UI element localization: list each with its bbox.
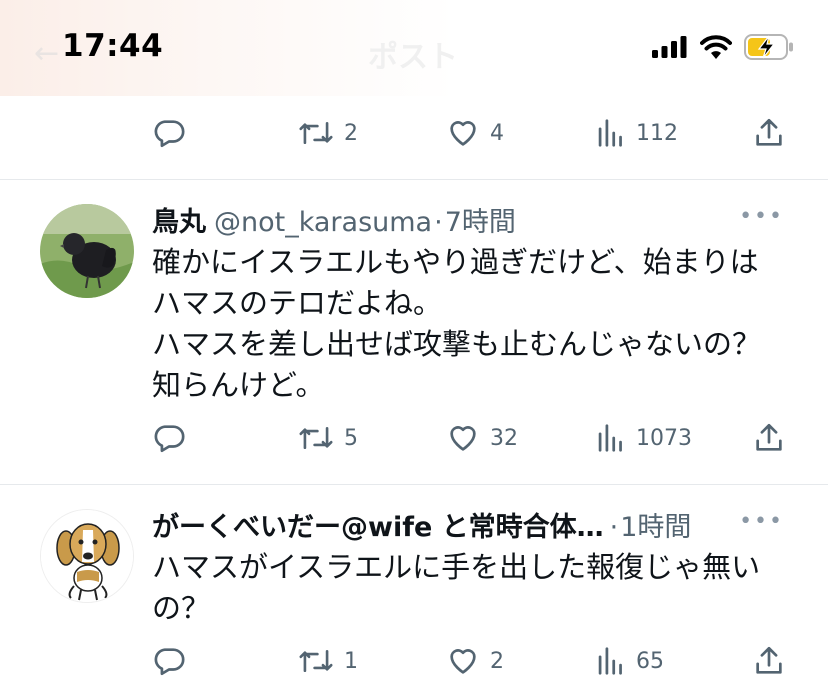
display-name[interactable]: がーくべいだー@wife と常時合体… [152,505,604,544]
reply-button[interactable] [152,644,186,678]
share-icon [756,423,782,451]
cellular-signal-icon [652,36,687,58]
tweet-item[interactable]: 鳥丸 @not_karasuma · 7時間 ••• 確かにイスラエルもやり過ぎ… [0,180,828,484]
tweet-text: 確かにイスラエルもやり過ぎだけど、始まりは ハマスのテロだよね。 ハマスを差し出… [152,245,762,402]
tweet-header: がーくべいだー@wife と常時合体… · 1時間 [152,505,691,544]
reply-icon [154,425,185,453]
share-icon [756,646,782,674]
heart-icon [450,649,476,674]
like-button[interactable]: 2 [446,644,504,678]
views-button[interactable]: 112 [596,116,678,150]
views-button[interactable]: 1073 [596,421,692,455]
retweet-count: 1 [344,648,358,674]
retweet-count: 5 [344,425,358,451]
status-bar: ← ポスト 17:44 [0,0,828,96]
share-button[interactable] [752,116,786,150]
like-button[interactable]: 32 [446,421,518,455]
views-count: 1073 [636,425,692,451]
timestamp[interactable]: 1時間 [620,505,691,544]
share-button[interactable] [752,421,786,455]
top-action-bar: 2 4 112 [0,116,828,156]
more-icon[interactable]: ••• [739,204,784,229]
avatar[interactable] [40,509,134,603]
tweet-action-bar: 5 32 1073 [0,421,828,461]
like-count: 32 [490,425,518,451]
nav-title: ポスト [368,40,458,75]
views-count: 112 [636,120,678,146]
reply-button[interactable] [152,421,186,455]
tweet-header: 鳥丸 @not_karasuma · 7時間 [152,200,516,239]
retweet-icon [299,426,333,450]
reply-button[interactable] [152,116,186,150]
reply-icon [154,120,185,148]
status-icons [652,34,794,60]
retweet-icon [299,121,333,145]
views-icon [598,119,622,147]
back-arrow-icon[interactable]: ← [34,36,59,71]
status-time: 17:44 [62,28,164,64]
avatar[interactable] [40,204,134,298]
battery-charging-icon [744,34,793,60]
like-count: 2 [490,648,504,674]
beagle-avatar-icon [41,510,133,602]
like-count: 4 [490,120,504,146]
reply-icon [154,648,185,676]
retweet-button[interactable]: 1 [298,644,358,678]
like-button[interactable]: 4 [446,116,504,150]
views-icon [598,647,622,675]
display-name[interactable]: 鳥丸 [152,200,206,239]
separator: · [609,512,619,543]
views-icon [598,424,622,452]
share-button[interactable] [752,644,786,678]
share-icon [756,118,782,146]
tweet-text: ハマスがイスラエルに手を出した報復じゃ無い の？ [152,550,761,625]
wifi-icon [700,35,732,59]
retweet-count: 2 [344,120,358,146]
heart-icon [450,121,476,146]
timestamp[interactable]: 7時間 [445,200,516,239]
retweet-button[interactable]: 2 [298,116,358,150]
retweet-icon [299,649,333,673]
black-chicken-avatar-icon [40,204,134,298]
more-icon[interactable]: ••• [739,509,784,534]
user-handle[interactable]: @not_karasuma [214,207,432,238]
heart-icon [450,426,476,451]
separator: · [434,207,443,238]
tweet-item[interactable]: がーくべいだー@wife と常時合体… · 1時間 ••• ハマスがイスラエルに… [0,485,828,688]
views-button[interactable]: 65 [596,644,664,678]
views-count: 65 [636,648,664,674]
tweet-action-bar: 1 2 65 [0,644,828,684]
retweet-button[interactable]: 5 [298,421,358,455]
